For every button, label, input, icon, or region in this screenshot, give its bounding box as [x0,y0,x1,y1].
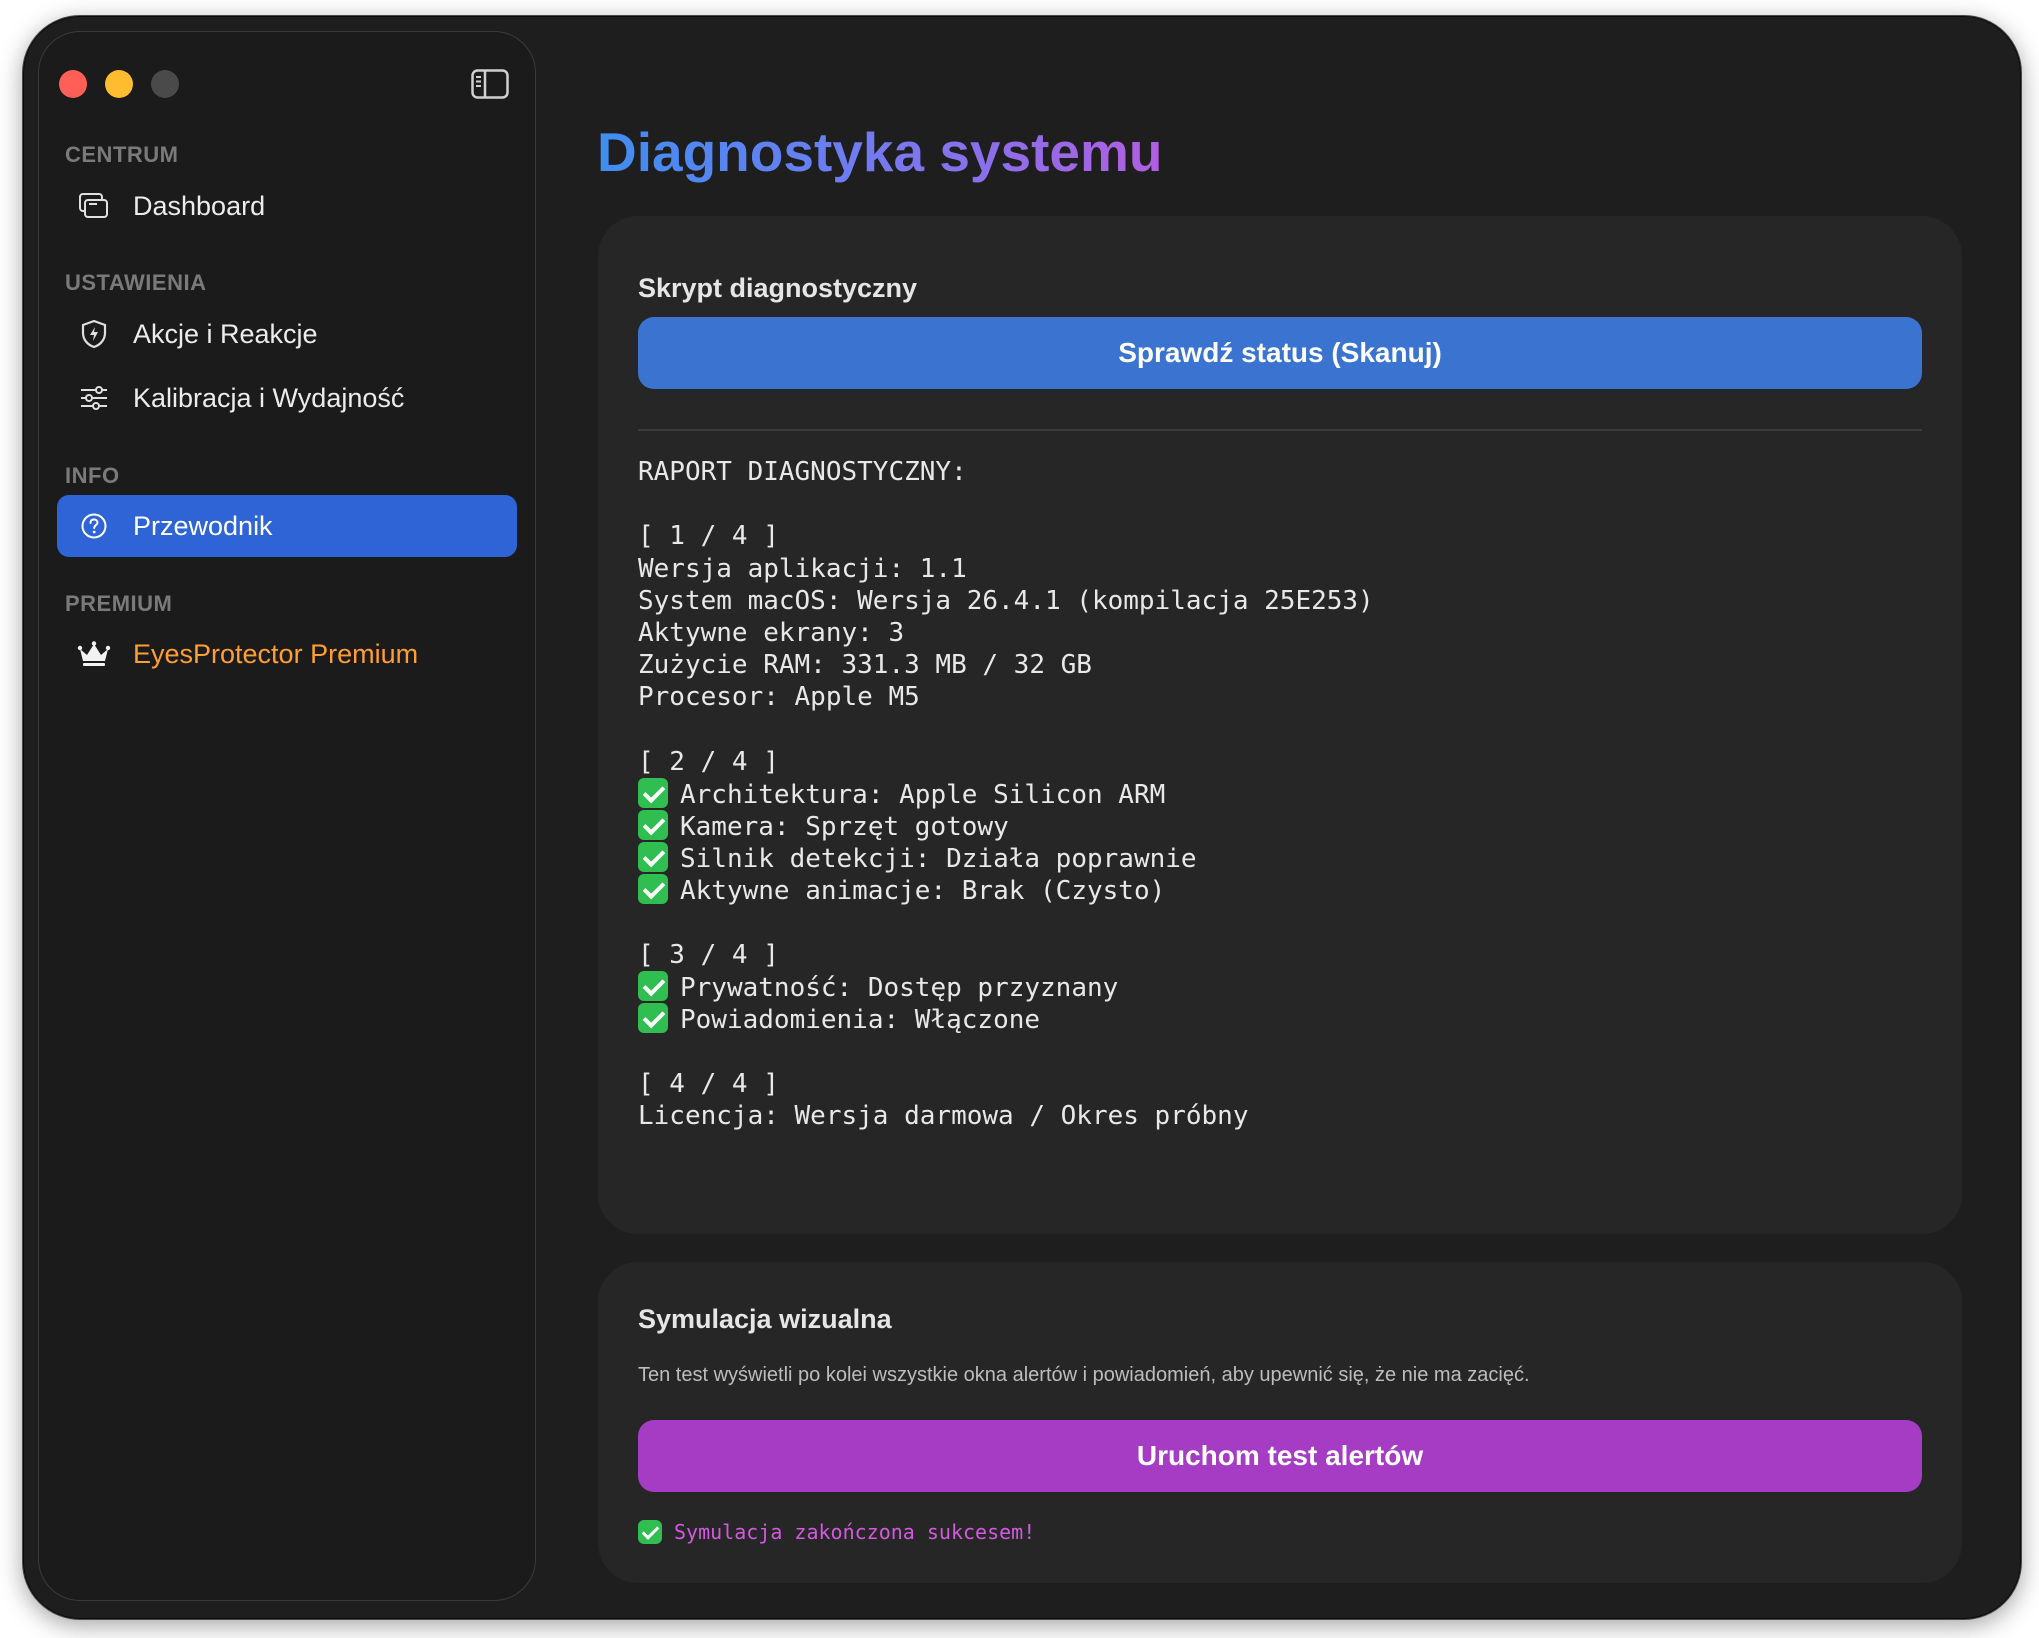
check-icon [638,971,668,1001]
report-line: Procesor: Apple M5 [638,681,1374,713]
sidebar-item-calibration[interactable]: Kalibracja i Wydajność [57,367,517,429]
sidebar-item-label: EyesProtector Premium [133,638,419,669]
sidebar-item-label: Dashboard [133,190,266,221]
report-line: Licencja: Wersja darmowa / Okres próbny [638,1100,1374,1132]
report-line: Wersja aplikacji: 1.1 [638,553,1374,585]
check-icon [638,1003,668,1034]
sidebar-item-premium[interactable]: EyesProtector Premium [57,623,517,685]
report-line [638,1035,1374,1067]
app-window: CENTRUM Dashboard USTAWIENIA Akcje i Rea… [22,15,2022,1620]
report-line-text: Kamera: Sprzęt gotowy [680,812,1009,843]
report-line [638,488,1374,520]
report-line: [ 3 / 4 ] [638,939,1374,971]
page-title: Diagnostyka systemu [597,121,1163,183]
report-line: [ 2 / 4 ] [638,746,1374,778]
close-window-button[interactable] [59,70,87,98]
report-line: Zużycie RAM: 331.3 MB / 32 GB [638,649,1374,681]
report-line: Powiadomienia: Włączone [638,1003,1374,1035]
report-line: Silnik detekcji: Działa poprawnie [638,842,1374,874]
shield-bolt-icon [77,317,111,351]
run-alert-test-button[interactable]: Uruchom test alertów [638,1420,1922,1492]
report-line-text: RAPORT DIAGNOSTYCZNY: [638,457,967,487]
scan-status-button[interactable]: Sprawdź status (Skanuj) [638,317,1922,389]
question-circle-icon [77,509,111,543]
report-line-text: Aktywne ekrany: 3 [638,617,905,648]
report-line-text: Licencja: Wersja darmowa / Okres próbny [638,1100,1249,1131]
sidebar-item-actions[interactable]: Akcje i Reakcje [57,303,517,365]
report-line: Prywatność: Dostęp przyznany [638,971,1374,1003]
diagnostic-report: RAPORT DIAGNOSTYCZNY: [ 1 / 4 ] Wersja apl… [638,456,1374,1132]
section-label-ustawienia: USTAWIENIA [65,270,207,295]
report-line: Architektura: Apple Silicon ARM [638,777,1374,810]
section-label-premium: PREMIUM [65,591,173,616]
zoom-window-button[interactable] [151,70,179,98]
check-icon [638,874,668,905]
minimize-window-button[interactable] [105,70,133,98]
report-line-text: Architektura: Apple Silicon ARM [680,779,1166,810]
simulation-result-text: Symulacja zakończona sukcesem! [674,1520,1036,1544]
diagnostic-card-title: Skrypt diagnostyczny [638,273,918,303]
report-line-text: [ 4 / 4 ] [638,1068,779,1099]
report-line [638,907,1374,939]
report-line: [ 4 / 4 ] [638,1068,1374,1100]
report-line: Kamera: Sprzęt gotowy [638,810,1374,842]
sidebar-toggle-icon[interactable] [471,69,509,99]
report-line [638,714,1374,746]
report-line: [ 1 / 4 ] [638,520,1374,552]
simulation-description: Ten test wyświetli po kolei wszystkie ok… [638,1364,1530,1386]
window-controls [59,70,179,98]
report-line-text: Zużycie RAM: 331.3 MB / 32 GB [638,650,1092,681]
sidebar: CENTRUM Dashboard USTAWIENIA Akcje i Rea… [38,31,536,1601]
report-line-text: Procesor: Apple M5 [638,682,920,713]
simulation-card: Symulacja wizualna Ten test wyświetli po… [598,1262,1962,1583]
sliders-icon [77,381,111,415]
report-line: RAPORT DIAGNOSTYCZNY: [638,456,1374,488]
diagnostic-card: Skrypt diagnostyczny Sprawdź status (Ska… [598,216,1962,1234]
check-icon [638,777,668,808]
sidebar-item-label: Kalibracja i Wydajność [133,382,405,413]
report-line-text: [ 1 / 4 ] [638,521,779,552]
report-line-text: [ 3 / 4 ] [638,939,779,970]
section-label-info: INFO [65,463,120,488]
sidebar-item-guide[interactable]: Przewodnik [57,495,517,557]
report-line-text: Wersja aplikacji: 1.1 [638,553,967,584]
report-line-text: Powiadomienia: Włączone [680,1005,1041,1036]
simulation-card-title: Symulacja wizualna [638,1304,892,1334]
section-label-centrum: CENTRUM [65,142,179,167]
check-icon [638,842,668,873]
divider [638,429,1922,431]
report-line-text: System macOS: Wersja 26.4.1 (kompilacja … [638,585,1374,616]
simulation-result: Symulacja zakończona sukcesem! [638,1520,1035,1544]
sidebar-item-label: Akcje i Reakcje [133,318,318,349]
report-line-text: Prywatność: Dostęp przyznany [680,973,1119,1003]
report-line-text: [ 2 / 4 ] [638,746,779,777]
report-line-text: Aktywne animacje: Brak (Czysto) [680,876,1166,907]
sidebar-item-dashboard[interactable]: Dashboard [57,175,517,237]
crown-icon [77,637,111,671]
report-line-text: Silnik detekcji: Działa poprawnie [680,844,1197,875]
report-line: System macOS: Wersja 26.4.1 (kompilacja … [638,585,1374,617]
sidebar-item-label: Przewodnik [133,510,273,541]
windows-icon [77,189,111,223]
report-line: Aktywne ekrany: 3 [638,617,1374,649]
report-line: Aktywne animacje: Brak (Czysto) [638,874,1374,906]
check-icon [638,1520,662,1544]
check-icon [638,810,668,841]
